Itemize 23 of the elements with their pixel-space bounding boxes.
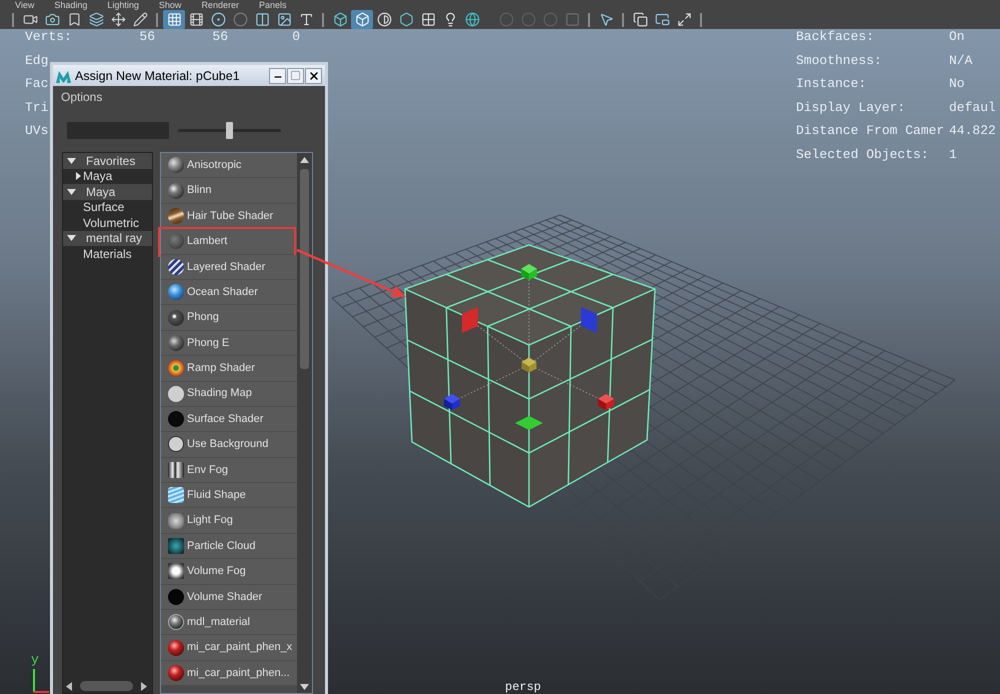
hud-label: Edg <box>25 54 48 68</box>
hud-label: Fac <box>25 77 48 91</box>
hud-label: Instance: <box>796 77 866 91</box>
hud-value: N/A <box>949 54 972 68</box>
hud-value: No <box>949 77 965 91</box>
hud-label: Smoothness: <box>796 54 882 68</box>
hud-label: Backfaces: <box>796 30 874 44</box>
hud-label: Distance From Camer <box>796 124 944 138</box>
hud-value: 0 <box>292 30 300 44</box>
hud-label: UVs <box>25 124 48 138</box>
hud-label: Verts: <box>25 30 72 44</box>
hud-value: defaul <box>949 100 996 114</box>
hud-value: On <box>949 30 965 44</box>
hud-value: 44.822 <box>949 124 996 138</box>
hud-label: Tri <box>25 100 48 114</box>
hud-label: Selected Objects: <box>796 148 929 162</box>
hud-label: Display Layer: <box>796 100 906 114</box>
camera-label: persp <box>505 681 542 694</box>
hud-value: 1 <box>949 148 957 162</box>
hud-value: 56 <box>139 30 155 44</box>
hud-value: 56 <box>212 30 228 44</box>
axis-label: y <box>31 653 39 667</box>
window-title: Assign New Material: pCube1 <box>75 68 240 82</box>
